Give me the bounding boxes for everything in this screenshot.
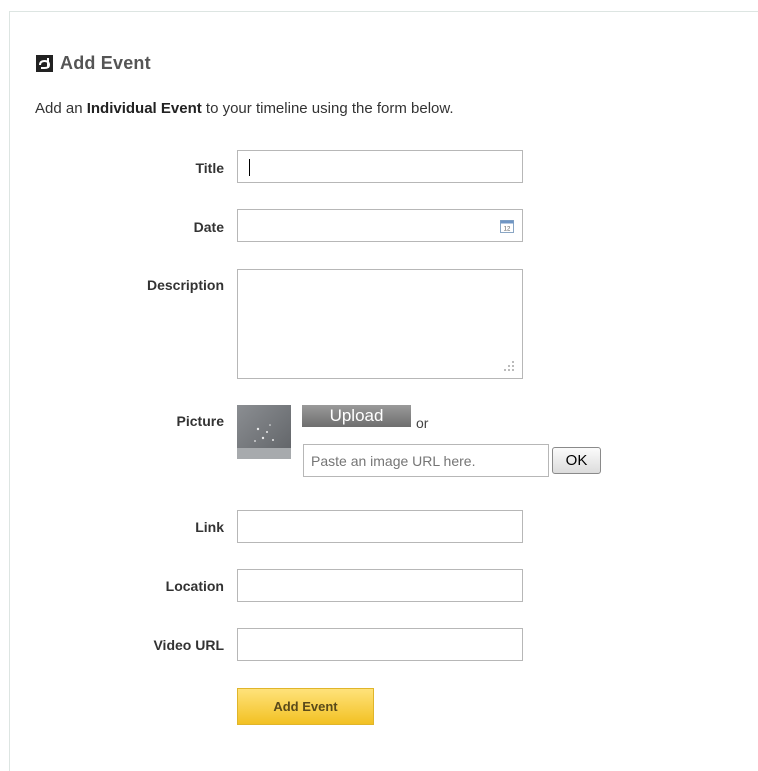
title-label: Title bbox=[195, 160, 224, 176]
location-field[interactable] bbox=[237, 569, 523, 602]
description-label: Description bbox=[146, 277, 224, 293]
resize-grip-icon[interactable] bbox=[501, 359, 515, 373]
picture-placeholder bbox=[237, 405, 291, 459]
calendar-icon[interactable]: 12 bbox=[500, 219, 514, 233]
form-title: Add Event bbox=[60, 53, 151, 73]
video-url-input[interactable] bbox=[238, 629, 522, 660]
ok-button[interactable]: OK bbox=[552, 447, 601, 474]
image-placeholder-icon bbox=[237, 424, 291, 459]
text-caret bbox=[249, 159, 250, 176]
intro-emphasis: Individual Event bbox=[86, 100, 202, 117]
intro-prefix: Add an bbox=[35, 100, 87, 117]
location-label: Location bbox=[165, 578, 224, 594]
add-event-button[interactable]: Add Event bbox=[237, 688, 374, 725]
date-label: Date bbox=[193, 219, 224, 235]
image-url-field[interactable] bbox=[303, 444, 549, 477]
upload-button[interactable]: Upload bbox=[302, 405, 411, 427]
video-url-field[interactable] bbox=[237, 628, 523, 661]
title-field[interactable] bbox=[237, 150, 523, 183]
image-url-input[interactable] bbox=[304, 445, 548, 476]
link-input[interactable] bbox=[238, 511, 522, 542]
title-input[interactable] bbox=[238, 151, 522, 182]
link-label: Link bbox=[195, 519, 224, 535]
intro-suffix: to your timeline using the form below. bbox=[201, 100, 454, 117]
date-field[interactable]: 12 bbox=[237, 209, 523, 242]
link-field[interactable] bbox=[237, 510, 523, 543]
form-heading: Add Event bbox=[36, 53, 151, 74]
video-url-label: Video URL bbox=[153, 637, 224, 653]
form-intro: Add an Individual Event to your timeline… bbox=[35, 100, 454, 117]
app-logo-icon bbox=[36, 55, 53, 72]
description-textarea[interactable] bbox=[238, 270, 522, 378]
location-input[interactable] bbox=[238, 570, 522, 601]
calendar-day-text: 12 bbox=[504, 227, 511, 233]
description-field[interactable] bbox=[237, 269, 523, 379]
upload-or-text: or bbox=[416, 415, 429, 431]
picture-label: Picture bbox=[176, 413, 224, 429]
date-input[interactable] bbox=[238, 210, 522, 241]
